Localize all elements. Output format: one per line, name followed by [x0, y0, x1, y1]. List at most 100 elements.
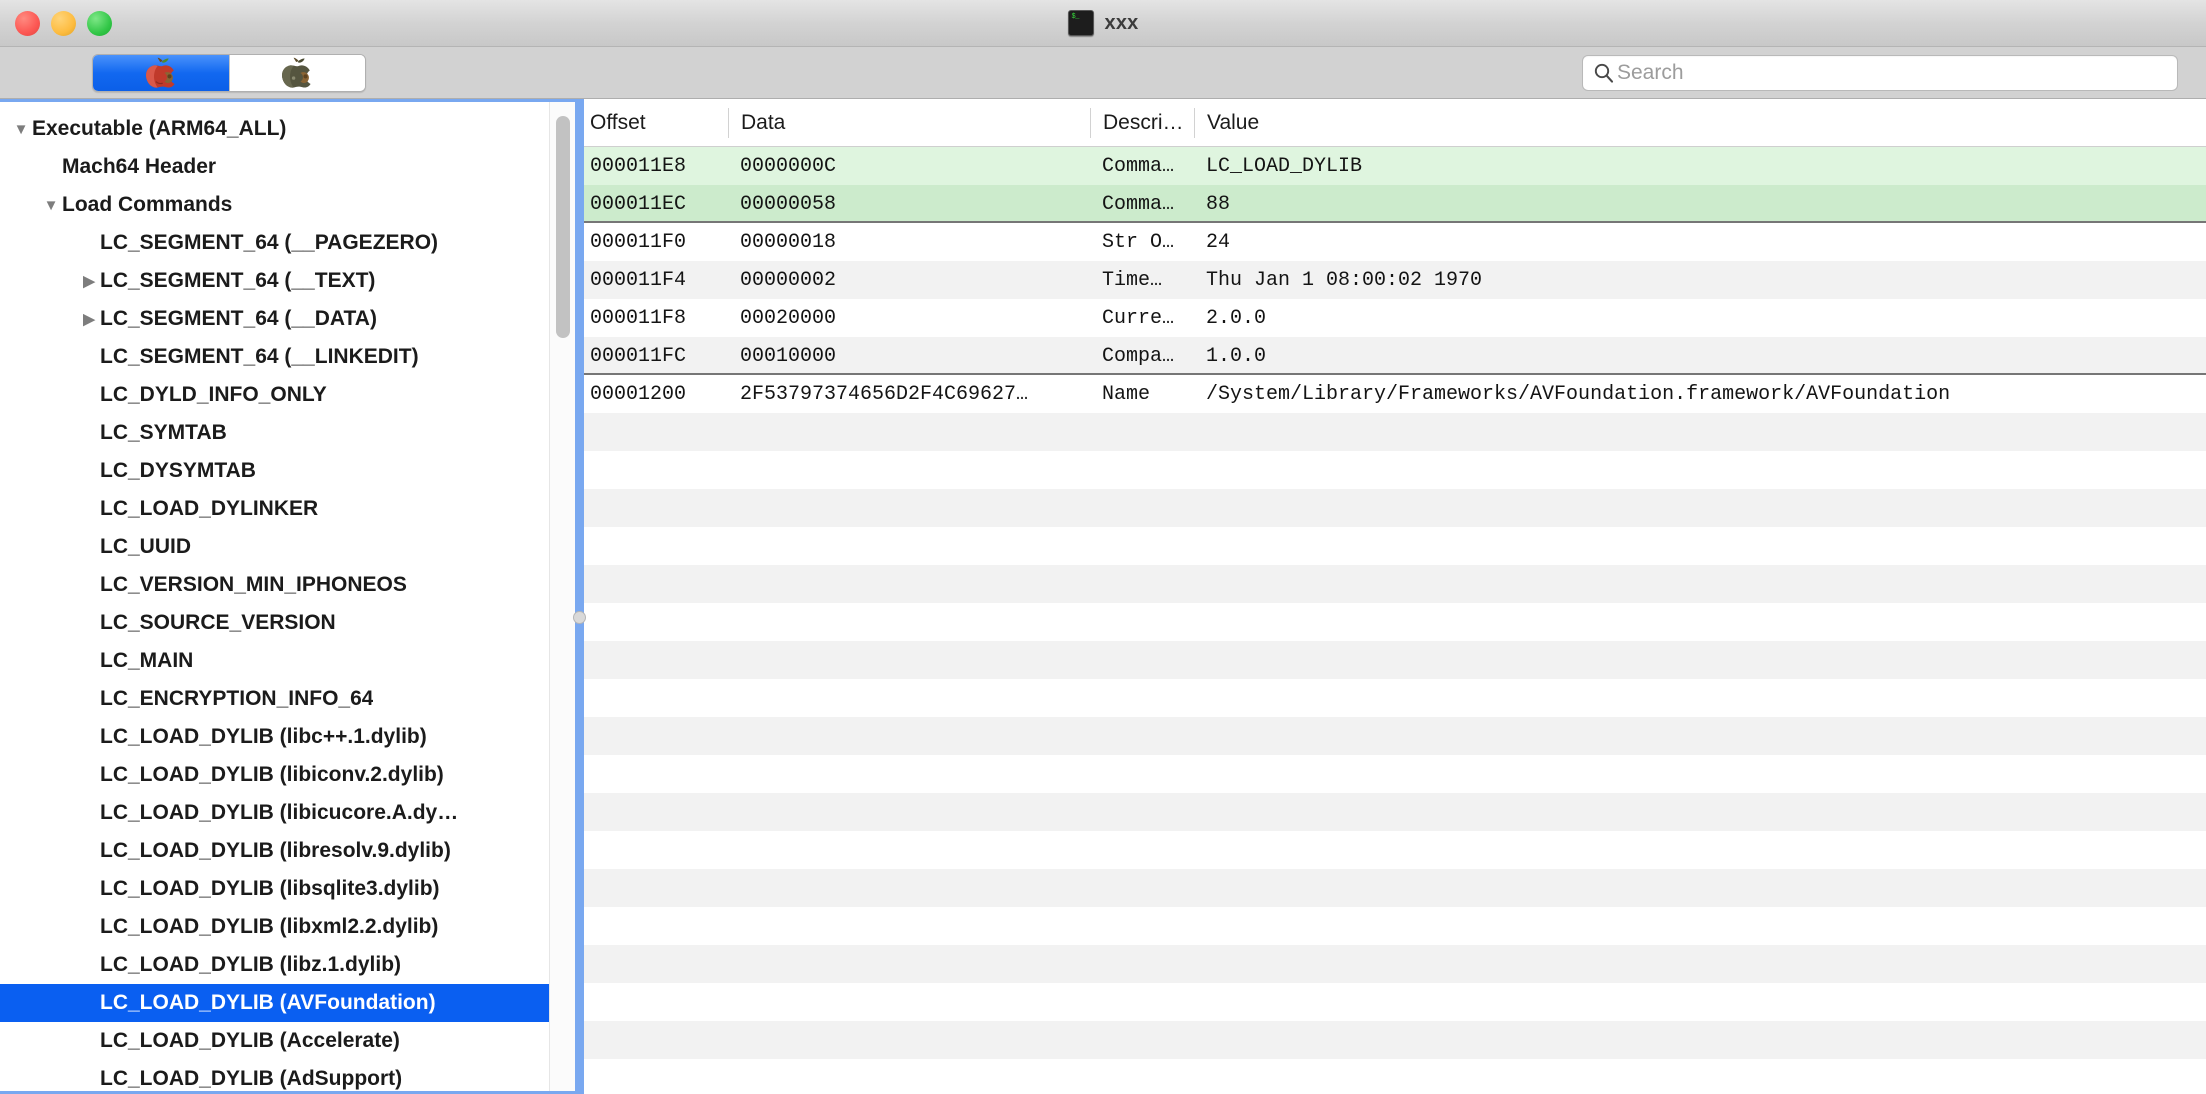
sidebar-item-label: LC_SEGMENT_64 (__LINKEDIT) — [100, 345, 419, 368]
chevron-down-icon[interactable]: ▼ — [10, 121, 32, 138]
sidebar-item[interactable]: ▶LC_MAIN — [0, 642, 549, 680]
sidebar-item-label: LC_LOAD_DYLIB (Accelerate) — [100, 1029, 400, 1052]
minimize-button[interactable] — [51, 10, 76, 36]
table-empty-row — [578, 413, 2206, 451]
table-empty-row — [578, 869, 2206, 907]
column-header-offset[interactable]: Offset — [578, 108, 728, 138]
table-row[interactable]: 000011F0 00000018 Str O… 24 — [578, 223, 2206, 261]
zoom-button[interactable] — [87, 10, 112, 36]
table-empty-row — [578, 945, 2206, 983]
table-row[interactable]: 000011F4 00000002 Time… Thu Jan 1 08:00:02 … — [578, 261, 2206, 299]
twisty-spacer: ▶ — [78, 234, 100, 252]
table-empty-row — [578, 641, 2206, 679]
red-apple-icon — [145, 57, 175, 88]
load-commands-tree[interactable]: ▼Executable (ARM64_ALL)▶Mach64 Header▼Lo… — [0, 102, 549, 1091]
cell-value: LC_LOAD_DYLIB — [1206, 154, 1363, 178]
twisty-spacer: ▶ — [78, 804, 100, 822]
sidebar-item[interactable]: ▶Mach64 Header — [0, 148, 549, 186]
sidebar-scrollbar[interactable] — [549, 102, 575, 1091]
cell-data: 00020000 — [740, 306, 837, 330]
sidebar-item[interactable]: ▶ LC_SEGMENT_64 (__TEXT) — [0, 262, 549, 300]
cell-value: /System/Library/Frameworks/AVFoundation.… — [1206, 382, 1951, 406]
sidebar-item[interactable]: ▶LC_LOAD_DYLIB (libz.1.dylib) — [0, 946, 549, 984]
app-window: $_ xxx Search ▼ Executable (ARM64_ALL) M… — [0, 0, 2206, 1094]
sidebar-item[interactable]: ▶LC_LOAD_DYLIB (libc++.1.dylib) — [0, 718, 549, 756]
table-empty-row — [578, 679, 2206, 717]
table-empty-row — [578, 565, 2206, 603]
cell-offset: 000011F4 — [590, 268, 687, 292]
sidebar-item[interactable]: ▶LC_SYMTAB — [0, 414, 549, 452]
chevron-down-icon[interactable]: ▼ — [40, 197, 62, 214]
cell-data: 00000018 — [740, 230, 837, 254]
sidebar-item[interactable]: ▶LC_SEGMENT_64 (__LINKEDIT) — [0, 338, 549, 376]
sidebar-item[interactable]: ▶LC_SOURCE_VERSION — [0, 604, 549, 642]
sidebar-item[interactable]: ▶LC_LOAD_DYLINKER — [0, 490, 549, 528]
sidebar-scrollbar-thumb[interactable] — [556, 116, 570, 338]
sidebar-item[interactable]: ▼ Executable (ARM64_ALL) — [0, 110, 549, 148]
cell-value: 2.0.0 — [1206, 306, 1267, 330]
twisty-spacer: ▶ — [78, 462, 100, 480]
sidebar-item[interactable]: ▼ Load Commands — [0, 186, 549, 224]
terminal-icon: $_ — [1067, 10, 1094, 36]
sidebar-item[interactable]: ▶LC_LOAD_DYLIB (AdSupport) — [0, 1060, 549, 1091]
sidebar-item[interactable]: ▶LC_LOAD_DYLIB (AVFoundation) — [0, 984, 549, 1022]
table-empty-row — [578, 755, 2206, 793]
table-empty-row — [578, 1059, 2206, 1094]
sidebar-item[interactable]: ▶LC_LOAD_DYLIB (libxml2.2.dylib) — [0, 908, 549, 946]
cell-description: Comma… — [1102, 192, 1175, 216]
twisty-spacer: ▶ — [78, 690, 100, 708]
sidebar-item-label: LC_ENCRYPTION_INFO_64 — [100, 687, 374, 710]
view-mode-segmented-control[interactable] — [92, 53, 366, 92]
column-header-value[interactable]: Value — [1194, 107, 2206, 138]
table-row[interactable]: 00001200 2F53797374656D2F4C69627… Name/Sys… — [578, 375, 2206, 413]
sidebar-item[interactable]: ▶ LC_SEGMENT_64 (__DATA) — [0, 300, 549, 338]
table-body[interactable]: 000011E8 0000000C Comma… LC_LOAD_DYLIB 00001… — [578, 147, 2206, 1094]
chevron-right-icon[interactable]: ▶ — [78, 310, 100, 328]
sidebar-item-label: LC_SOURCE_VERSION — [100, 611, 336, 634]
sidebar-item[interactable]: ▶LC_LOAD_DYLIB (Accelerate) — [0, 1022, 549, 1060]
sidebar-item-label: LC_VERSION_MIN_IPHONEOS — [100, 573, 407, 596]
search-field[interactable] — [1582, 54, 2178, 91]
sidebar-item-label: LC_MAIN — [100, 649, 194, 672]
column-header-description[interactable]: Descri… — [1090, 107, 1194, 138]
sidebar-item[interactable]: ▶LC_DYSYMTAB — [0, 452, 549, 490]
twisty-spacer: ▶ — [78, 842, 100, 860]
sidebar-item[interactable]: ▶LC_LOAD_DYLIB (libiconv.2.dylib) — [0, 756, 549, 794]
splitter-knob[interactable] — [573, 611, 586, 624]
apple-red-segment[interactable] — [93, 54, 229, 91]
table-empty-row — [578, 489, 2206, 527]
window-title-group: $_ xxx — [0, 0, 2206, 46]
cell-data: 00010000 — [740, 344, 837, 368]
apple-gray-segment[interactable] — [228, 54, 365, 91]
column-header-data[interactable]: Data — [728, 107, 1090, 138]
cell-offset: 000011F8 — [590, 306, 687, 330]
sidebar-item[interactable]: ▶LC_UUID — [0, 528, 549, 566]
pane-splitter[interactable] — [573, 99, 586, 1094]
table-row[interactable]: 000011E8 0000000C Comma… LC_LOAD_DYLIB — [578, 147, 2206, 185]
table-row[interactable]: 000011FC 00010000 Compa… 1.0.0 — [578, 337, 2206, 375]
cell-offset: 000011F0 — [590, 230, 687, 254]
sidebar-item[interactable]: ▶LC_LOAD_DYLIB (libsqlite3.dylib) — [0, 870, 549, 908]
table-row[interactable]: 000011EC 00000058 Comma… 88 — [578, 185, 2206, 223]
sidebar-item-label: LC_LOAD_DYLIB (libresolv.9.dylib) — [100, 839, 451, 862]
sidebar: ▼Executable (ARM64_ALL)▶Mach64 Header▼Lo… — [0, 99, 578, 1094]
sidebar-item[interactable]: ▶LC_SEGMENT_64 (__PAGEZERO) — [0, 224, 549, 262]
search-input[interactable] — [1617, 60, 2167, 85]
sidebar-item[interactable]: ▶LC_LOAD_DYLIB (libresolv.9.dylib) — [0, 832, 549, 870]
sidebar-item[interactable]: ▶LC_ENCRYPTION_INFO_64 — [0, 680, 549, 718]
chevron-right-icon[interactable]: ▶ — [78, 272, 100, 290]
twisty-spacer: ▶ — [78, 652, 100, 670]
close-button[interactable] — [15, 10, 40, 36]
sidebar-item[interactable]: ▶LC_LOAD_DYLIB (libicucore.A.dy… — [0, 794, 549, 832]
table-empty-row — [578, 717, 2206, 755]
cell-data: 00000058 — [740, 192, 837, 216]
sidebar-item-label: LC_LOAD_DYLIB (libc++.1.dylib) — [100, 725, 427, 748]
cell-description: Name — [1102, 382, 1151, 406]
sidebar-item[interactable]: ▶LC_VERSION_MIN_IPHONEOS — [0, 566, 549, 604]
table-row[interactable]: 000011F8 00020000 Curre… 2.0.0 — [578, 299, 2206, 337]
sidebar-item[interactable]: ▶LC_DYLD_INFO_ONLY — [0, 376, 549, 414]
sidebar-item-label: LC_SEGMENT_64 (__PAGEZERO) — [100, 231, 439, 254]
sidebar-item-label: LC_SEGMENT_64 (__DATA) — [100, 307, 377, 330]
cell-offset: 000011E8 — [590, 154, 687, 178]
toolbar — [0, 47, 2206, 99]
